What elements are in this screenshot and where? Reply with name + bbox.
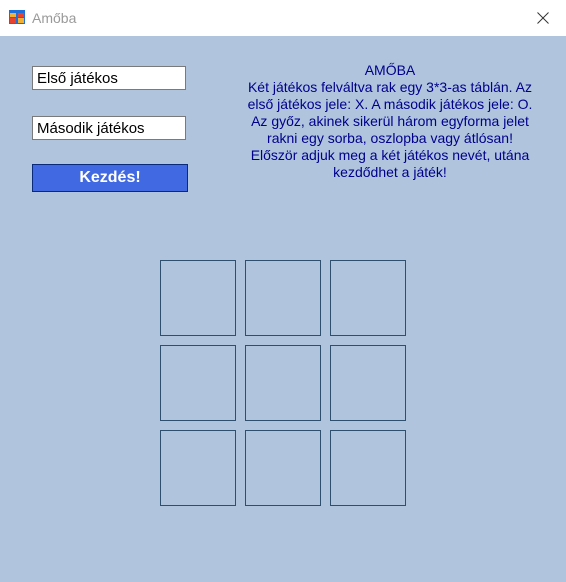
start-button[interactable]: Kezdés! (32, 164, 188, 192)
board-cell[interactable] (160, 345, 236, 421)
game-board (160, 260, 408, 508)
rules-line: Az győz, akinek sikerül három egyforma j… (251, 113, 529, 129)
board-cell[interactable] (330, 430, 406, 506)
player1-name-input[interactable] (32, 66, 186, 90)
rules-line: Először adjuk meg a két játékos nevét, u… (250, 147, 530, 163)
player2-name-input[interactable] (32, 116, 186, 140)
rules-line: kezdődhet a játék! (333, 164, 447, 180)
rules-line: első játékos jele: X. A második játékos … (247, 96, 533, 112)
board-cell[interactable] (330, 345, 406, 421)
form-client-area: Kezdés! AMŐBA Két játékos felváltva rak … (0, 36, 566, 582)
board-cell[interactable] (245, 345, 321, 421)
board-cell[interactable] (245, 430, 321, 506)
board-cell[interactable] (160, 430, 236, 506)
rules-line: rakni egy sorba, oszlopba vagy átlósan! (267, 130, 513, 146)
rules-heading: AMŐBA (364, 62, 416, 78)
board-cell[interactable] (245, 260, 321, 336)
app-window-icon (9, 10, 25, 24)
board-cell[interactable] (160, 260, 236, 336)
rules-line: Két játékos felváltva rak egy 3*3-as táb… (247, 79, 533, 95)
close-button[interactable] (520, 0, 566, 36)
window-title: Amőba (32, 10, 77, 26)
rules-text: AMŐBA Két játékos felváltva rak egy 3*3-… (226, 62, 554, 181)
title-bar: Amőba (0, 0, 566, 36)
close-icon (537, 12, 549, 24)
board-cell[interactable] (330, 260, 406, 336)
